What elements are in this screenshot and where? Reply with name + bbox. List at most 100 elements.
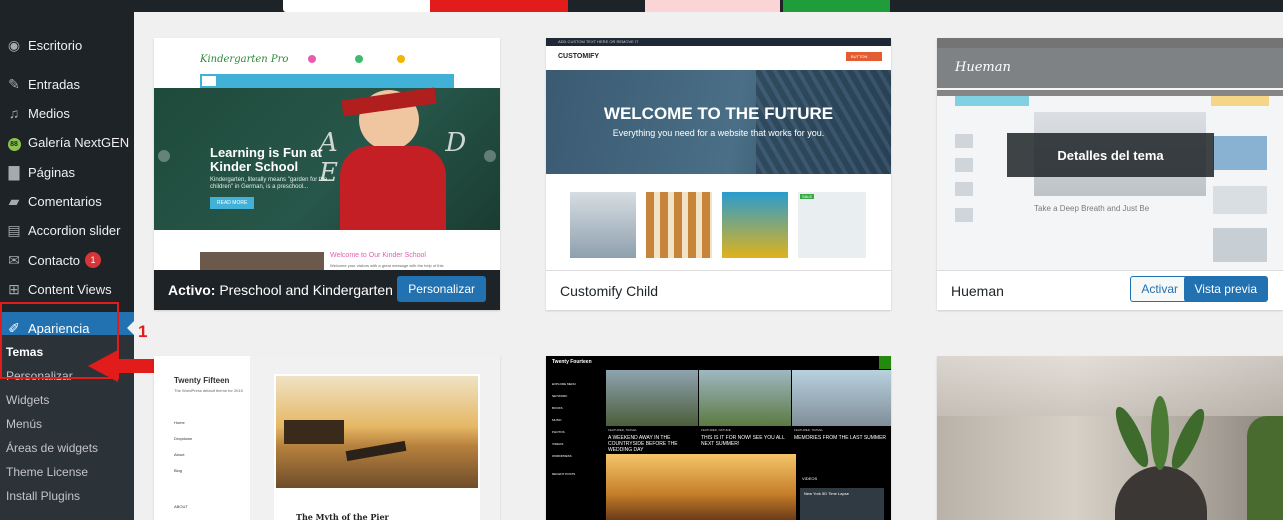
fourteen-side-menu-item: MUSIC [552,418,562,422]
kinder-welcome-sub: Welcome your visitors with a great messa… [330,263,444,268]
fourteen-side-menu-item: EXPLORE MENU [552,382,576,386]
theme-name: Hueman [951,282,1004,299]
fourteen-post-title: MEMORIES FROM THE LAST SUMMER [794,435,887,441]
submenu-item-widgets[interactable]: Widgets [6,393,49,407]
admin-bar-pink-strip [645,0,780,12]
mail-icon: ✉ [8,251,20,268]
admin-sidebar: ◉ Escritorio ✎ Entradas ♫ Medios 88 Gale… [0,12,134,520]
theme-card-kindergarten[interactable]: Kindergarten Pro A B D E Learning is Fun… [154,38,500,310]
sidebar-item-contacto[interactable]: ✉ Contacto 1 [0,245,134,275]
submenu-item-theme-license[interactable]: Theme License [6,465,88,479]
pushpin-icon: ✎ [8,75,20,92]
comment-icon: ▰ [8,192,20,209]
media-icon: ♫ [8,105,20,121]
sidebar-item-label: Medios [28,105,70,121]
kinder-read-more: READ MORE [210,197,255,209]
sidebar-item-label: Contacto [28,252,81,268]
theme-screenshot: Twenty Fifteen The WordPress default the… [154,356,500,520]
customify-hero: WELCOME TO THE FUTURE Everything you nee… [546,70,891,174]
theme-card-footer: Customify Child [546,270,891,310]
fourteen-post-category: FEATURED, NATURE [701,428,731,432]
sidebar-item-label: Entradas [28,76,81,92]
fourteen-site-title: Twenty Fourteen [552,359,592,365]
annotation-number: 1 [138,322,148,341]
theme-card-twenty-fifteen[interactable]: Twenty Fifteen The WordPress default the… [154,356,500,520]
fourteen-post-category: FEATURED, TRAVEL [608,428,638,432]
sidebar-item-paginas[interactable]: ▇ Páginas [0,157,134,187]
sidebar-item-comentarios[interactable]: ▰ Comentarios [0,186,134,216]
fifteen-site-title: Twenty Fifteen [174,376,230,385]
fourteen-side-menu-item: VIDEOS [552,442,564,446]
fourteen-post-title: A WEEKEND AWAY IN THE COUNTRYSIDE BEFORE… [608,435,678,453]
fourteen-video-title: New York 5D Time Lapse [804,491,849,496]
sidebar-item-label: Escritorio [28,37,83,53]
admin-bar-green-strip [783,0,890,12]
kinder-logo: Kindergarten Pro [200,54,289,65]
customize-button[interactable]: Personalizar [397,276,486,302]
sidebar-item-label: Comentarios [28,193,102,209]
submenu-item-install-plugins[interactable]: Install Plugins [6,489,80,503]
fifteen-site-desc: The WordPress default theme for 2015 [174,388,243,393]
theme-name: Customify Child [560,282,659,299]
admin-bar-red-strip [430,0,568,12]
theme-details-overlay[interactable]: Detalles del tema [1007,133,1214,177]
fourteen-side-menu-item: WORDPRESS [552,454,572,458]
admin-bar [0,0,1283,12]
fifteen-menu-item: Home [174,420,185,425]
theme-card-twenty-fourteen[interactable]: Twenty Fourteen EXPLORE MENU NETWORK BOO… [546,356,891,520]
customify-sale-badge: SALE [800,194,815,199]
fourteen-videos: VIDEOS [802,476,818,481]
sidebar-item-label: Galería NextGEN [28,134,130,150]
live-preview-button[interactable]: Vista previa [1183,276,1268,302]
active-menu-pointer [127,321,134,335]
theme-screenshot [937,356,1283,520]
slider-icon: ▤ [7,221,21,238]
fourteen-side-menu-item: NETWORK [552,394,568,398]
customify-hero-sub: Everything you need for a website that w… [612,128,825,138]
sidebar-item-label: Content Views [28,281,112,297]
fourteen-post-title: THIS IS IT FOR NOW! SEE YOU ALL NEXT SUM… [701,435,785,447]
sidebar-item-accordion-slider[interactable]: ▤ Accordion slider [0,215,134,245]
fourteen-side-menu-item: BOOKS [552,406,563,410]
kinder-headline: Learning is Fun at Kinder School [210,145,322,174]
theme-card-customify-child[interactable]: ADD CUSTOM TEXT HERE OR REMOVE IT CUSTOM… [546,38,891,310]
theme-screenshot: ADD CUSTOM TEXT HERE OR REMOVE IT CUSTOM… [546,38,891,270]
dashboard-icon: ◉ [7,36,21,53]
theme-card-hueman[interactable]: Hueman Take a Deep Breath and Just Be De… [937,38,1283,310]
fourteen-recent-posts: RECENT POSTS [552,472,576,476]
sidebar-item-label: Páginas [28,164,75,180]
page-icon: ▇ [8,163,20,180]
fifteen-menu-item: Blog [174,468,183,473]
fourteen-side-menu-item: PHOTOS [552,430,565,434]
theme-screenshot: Kindergarten Pro A B D E Learning is Fun… [154,38,500,270]
customify-button: BUTTON [851,54,868,59]
submenu-item-menus[interactable]: Menús [6,417,42,431]
sidebar-item-entradas[interactable]: ✎ Entradas [0,69,134,99]
sidebar-item-escritorio[interactable]: ◉ Escritorio [0,30,134,60]
theme-screenshot: Twenty Fourteen EXPLORE MENU NETWORK BOO… [546,356,891,520]
customify-hero-title: WELCOME TO THE FUTURE [603,104,834,123]
sidebar-item-medios[interactable]: ♫ Medios [0,98,134,128]
kinder-hero: A B D E Learning is Fun at Kinder School… [154,87,500,230]
sidebar-item-galeria-nextgen[interactable]: 88 Galería NextGEN [0,127,134,157]
submenu-item-areas-widgets[interactable]: Áreas de widgets [6,441,98,455]
activate-button[interactable]: Activar [1130,276,1189,302]
nextgen-icon: 88 [0,133,28,151]
kinder-body: Kindergarten, literally means "garden fo… [210,177,328,190]
content-views-icon: ⊞ [8,280,20,297]
sidebar-item-content-views[interactable]: ⊞ Content Views [0,274,134,304]
fifteen-about: ABOUT [174,504,188,509]
theme-screenshot: Hueman Take a Deep Breath and Just Be De… [937,38,1283,270]
theme-card-plant[interactable] [937,356,1283,520]
notification-badge: 1 [85,252,102,268]
kinder-welcome: Welcome to Our Kinder School [330,252,426,259]
fifteen-pier-image [276,376,478,488]
fifteen-menu-item: Dropdown [174,436,193,441]
customify-topbar: ADD CUSTOM TEXT HERE OR REMOVE IT [558,39,639,44]
sidebar-item-label: Accordion slider [28,222,121,238]
fifteen-post-title: The Myth of the Pier [296,512,389,520]
fourteen-post-category: FEATURED, TRAVEL [794,428,824,432]
kinder-nav [200,74,454,88]
active-label: Activo: [168,282,216,298]
customify-logo: CUSTOMIFY [558,53,600,60]
